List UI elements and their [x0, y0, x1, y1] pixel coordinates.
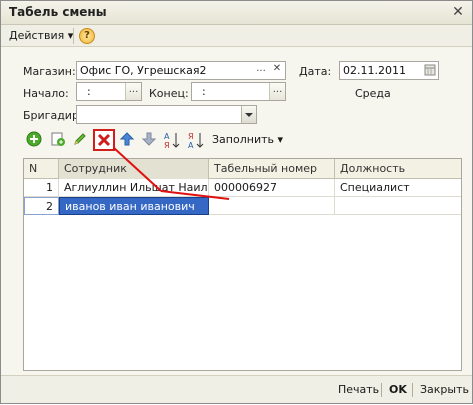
print-button[interactable]: Печать	[338, 383, 379, 397]
close-button[interactable]: Закрыть	[420, 383, 469, 397]
annotation-arrow	[113, 147, 230, 200]
footer-bar: Печать OK Закрыть	[1, 375, 472, 403]
separator	[381, 383, 382, 397]
shift-timesheet-window: Табель смены ✕ Действия ▾ ? Магазин: Офи…	[0, 0, 473, 404]
ok-button[interactable]: OK	[389, 383, 407, 397]
separator	[412, 383, 413, 397]
